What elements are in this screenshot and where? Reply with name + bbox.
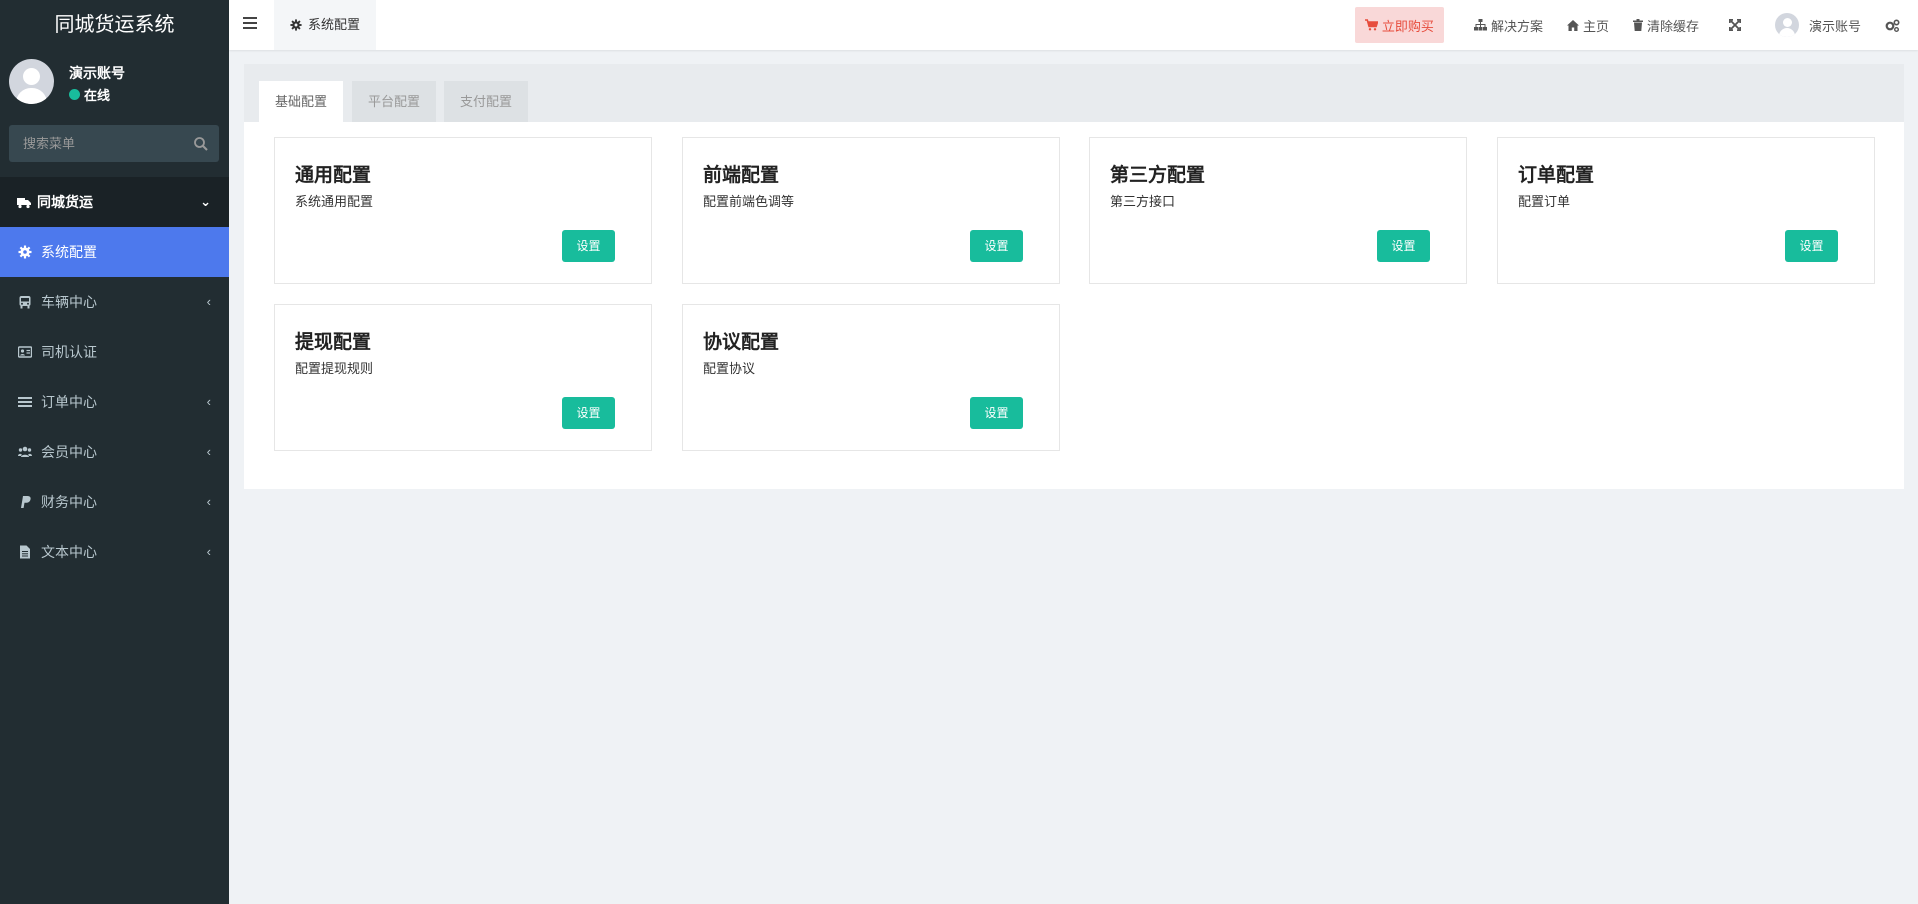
card-desc: 配置协议 — [703, 361, 756, 376]
sidebar-item-label: 文本中心 — [41, 544, 97, 560]
card-title: 前端配置 — [703, 165, 780, 186]
settings-button[interactable]: 设置 — [1785, 230, 1838, 262]
sidebar-item-label: 同城货运 — [37, 194, 93, 210]
gear-icon — [18, 245, 32, 259]
tab-label: 系统配置 — [308, 17, 361, 32]
topbar: 系统配置 立即购买 解决方案 主页 清除缓存 演示账号 — [229, 0, 1918, 50]
fullscreen-button[interactable] — [1711, 0, 1763, 50]
sidebar-toggle-icon[interactable] — [243, 17, 257, 31]
solutions-label: 解决方案 — [1490, 18, 1543, 34]
bus-icon — [19, 296, 31, 309]
chevron-left-icon: ‹ — [206, 544, 211, 559]
card-title: 订单配置 — [1518, 165, 1595, 186]
card-title: 提现配置 — [295, 332, 372, 353]
config-card: 订单配置 配置订单 设置 — [1497, 137, 1875, 284]
sidebar-item-orders[interactable]: 订单中心 ‹ — [0, 377, 229, 427]
card-desc: 系统通用配置 — [295, 194, 374, 209]
settings-button[interactable]: 设置 — [970, 397, 1023, 429]
sidebar-item-label: 财务中心 — [41, 494, 97, 510]
chevron-left-icon: ‹ — [206, 294, 211, 309]
home-link[interactable]: 主页 — [1555, 0, 1621, 50]
home-label: 主页 — [1582, 18, 1609, 34]
card-desc: 第三方接口 — [1110, 194, 1176, 209]
chevron-left-icon: ‹ — [206, 394, 211, 409]
config-card: 协议配置 配置协议 设置 — [682, 304, 1060, 451]
settings-button[interactable]: 设置 — [1377, 230, 1430, 262]
gears-icon — [1885, 18, 1900, 32]
sidebar-item-label: 系统配置 — [41, 244, 97, 260]
sidebar-item-label: 会员中心 — [41, 444, 97, 460]
config-card: 提现配置 配置提现规则 设置 — [274, 304, 652, 451]
status-dot-icon — [69, 89, 80, 100]
config-card: 前端配置 配置前端色调等 设置 — [682, 137, 1060, 284]
sidebar-item-vehicles[interactable]: 车辆中心 ‹ — [0, 277, 229, 327]
list-icon — [18, 397, 32, 407]
sidebar-item-label: 订单中心 — [41, 394, 97, 410]
config-panel: 基础配置 平台配置 支付配置 通用配置 系统通用配置 设置 前端配置 配置前端色… — [244, 64, 1904, 489]
truck-icon — [17, 198, 31, 209]
clear-cache-button[interactable]: 清除缓存 — [1621, 0, 1711, 50]
card-title: 通用配置 — [295, 165, 372, 186]
menu-search — [9, 125, 219, 162]
settings-button[interactable]: 设置 — [562, 397, 615, 429]
account-menu[interactable]: 演示账号 — [1763, 0, 1879, 50]
expand-icon — [1728, 19, 1741, 31]
gear-icon — [290, 19, 302, 31]
settings-button[interactable]: 设置 — [562, 230, 615, 262]
file-icon — [20, 545, 30, 559]
config-card: 第三方配置 第三方接口 设置 — [1089, 137, 1467, 284]
sidebar-item-label: 车辆中心 — [41, 294, 97, 310]
card-title: 第三方配置 — [1110, 165, 1206, 186]
avatar — [9, 59, 54, 104]
search-icon[interactable] — [193, 136, 209, 152]
id-card-icon — [18, 346, 32, 358]
user-status-label: 在线 — [84, 88, 111, 103]
sidebar-item-text[interactable]: 文本中心 ‹ — [0, 527, 229, 577]
chevron-left-icon: ‹ — [206, 494, 211, 509]
tab-basic-config[interactable]: 基础配置 — [259, 81, 344, 122]
account-name: 演示账号 — [1808, 18, 1861, 34]
menu-search-input[interactable] — [9, 125, 189, 162]
users-icon — [18, 446, 32, 457]
sidebar-item-label: 司机认证 — [41, 344, 97, 360]
card-title: 协议配置 — [703, 332, 780, 353]
sidebar-item-finance[interactable]: 财务中心 ‹ — [0, 477, 229, 527]
home-icon — [1566, 19, 1579, 31]
user-name: 演示账号 — [69, 65, 125, 81]
trash-icon — [1632, 19, 1643, 31]
chevron-left-icon: ‹ — [206, 444, 211, 459]
nav-right: 立即购买 解决方案 主页 清除缓存 演示账号 — [1354, 0, 1918, 50]
sitemap-icon — [1473, 19, 1487, 31]
settings-button[interactable] — [1879, 0, 1918, 50]
settings-button[interactable]: 设置 — [970, 230, 1023, 262]
sidebar-item-freight[interactable]: 同城货运 ⌄ — [0, 177, 229, 227]
app-title: 同城货运系统 — [0, 0, 229, 50]
tab-system-config[interactable]: 系统配置 — [274, 0, 377, 50]
sidebar: 同城货运系统 演示账号 在线 同城货运 ⌄ 系统配置 车辆中心 ‹ 司机认证 — [0, 0, 229, 904]
clear-cache-label: 清除缓存 — [1646, 18, 1699, 34]
chevron-down-icon: ⌄ — [200, 194, 211, 209]
paypal-icon — [21, 496, 31, 508]
config-card: 通用配置 系统通用配置 设置 — [274, 137, 652, 284]
user-status: 在线 — [69, 85, 110, 104]
cart-icon — [1364, 19, 1378, 31]
card-desc: 配置提现规则 — [295, 361, 374, 376]
card-desc: 配置前端色调等 — [703, 194, 795, 209]
buy-now-button[interactable]: 立即购买 — [1354, 7, 1444, 43]
sidebar-item-system-config[interactable]: 系统配置 — [0, 227, 229, 277]
tab-payment-config[interactable]: 支付配置 — [444, 81, 529, 122]
sidebar-item-driver-auth[interactable]: 司机认证 — [0, 327, 229, 377]
sidebar-menu: 同城货运 ⌄ 系统配置 车辆中心 ‹ 司机认证 订单中心 ‹ 会员中心 ‹ 财务… — [0, 177, 229, 577]
panel-tabs: 基础配置 平台配置 支付配置 — [244, 64, 1904, 122]
solutions-link[interactable]: 解决方案 — [1462, 0, 1555, 50]
sidebar-item-members[interactable]: 会员中心 ‹ — [0, 427, 229, 477]
avatar — [1774, 13, 1799, 37]
buy-now-label: 立即购买 — [1381, 18, 1434, 34]
tab-platform-config[interactable]: 平台配置 — [352, 81, 437, 122]
card-desc: 配置订单 — [1518, 194, 1571, 209]
user-panel: 演示账号 在线 — [0, 50, 229, 120]
